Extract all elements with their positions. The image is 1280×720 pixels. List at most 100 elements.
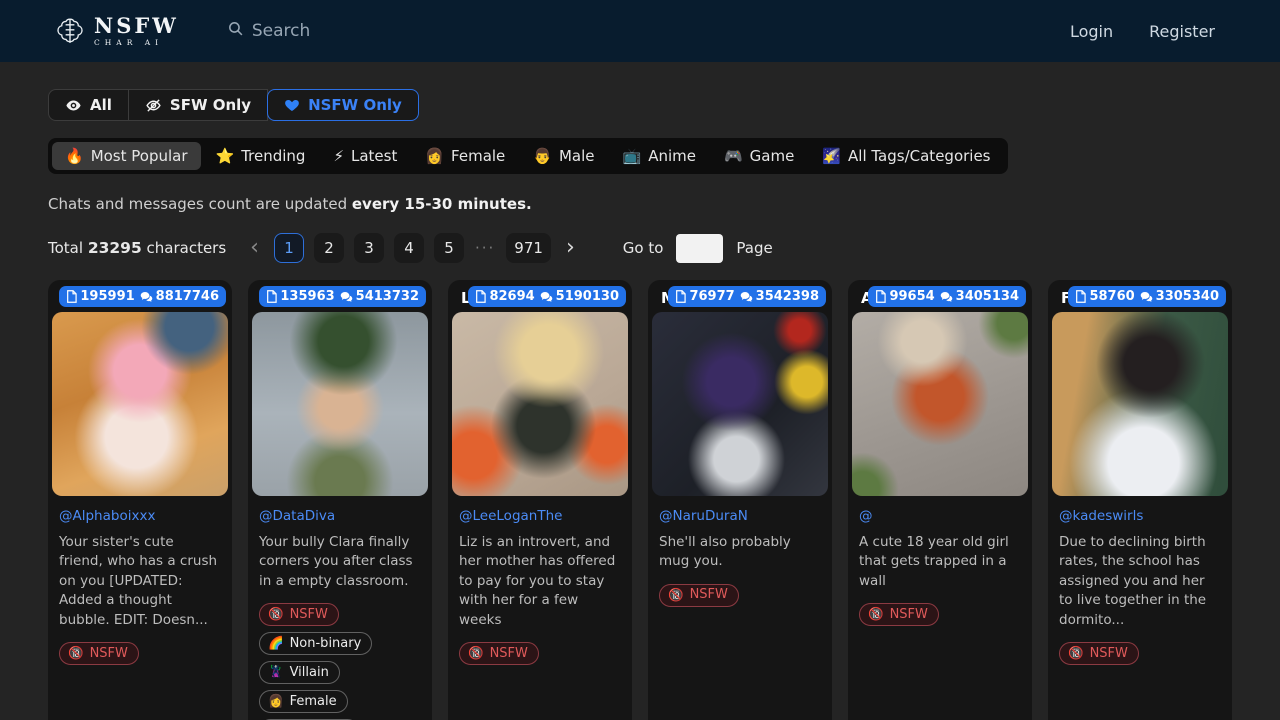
- fire-icon: 🔥: [65, 147, 84, 165]
- tag-female[interactable]: 👩 Female: [259, 690, 348, 713]
- page-icon: [475, 290, 486, 303]
- character-image[interactable]: [1052, 312, 1228, 496]
- tab-label: Anime: [648, 147, 696, 165]
- tab-all-tags[interactable]: 🌠 All Tags/Categories: [809, 142, 1003, 170]
- tab-label: Game: [750, 147, 795, 165]
- tag-villain[interactable]: 🦹 Villain: [259, 661, 340, 684]
- tag-label: NSFW: [90, 646, 128, 661]
- page-icon: [1075, 290, 1086, 303]
- site-logo[interactable]: NSFW CHAR AI: [55, 15, 179, 47]
- tab-most-popular[interactable]: 🔥 Most Popular: [52, 142, 201, 170]
- nsfw-icon: 🔞: [68, 645, 84, 661]
- next-page-arrow[interactable]: ›: [556, 237, 585, 259]
- stats-badge: 195991 8817746: [59, 286, 226, 307]
- filter-nsfw-button[interactable]: NSFW Only: [267, 89, 419, 121]
- character-image[interactable]: [652, 312, 828, 496]
- character-image[interactable]: [52, 312, 228, 496]
- chats-count: 58760: [1089, 289, 1134, 304]
- character-image[interactable]: [852, 312, 1028, 496]
- search-placeholder: Search: [252, 21, 310, 41]
- tab-game[interactable]: 🎮 Game: [711, 142, 807, 170]
- stats-badge: 76977 3542398: [668, 286, 826, 307]
- star-icon: ⭐: [216, 147, 235, 165]
- creator-handle[interactable]: @NaruDuraN: [659, 508, 821, 524]
- man-icon: 👨: [533, 147, 552, 165]
- tag-nsfw[interactable]: 🔞 NSFW: [1059, 642, 1139, 665]
- filter-all-button[interactable]: All: [48, 89, 129, 121]
- chats-count: 76977: [689, 289, 734, 304]
- tag-label: NSFW: [890, 607, 928, 622]
- register-link[interactable]: Register: [1149, 22, 1215, 41]
- page-button-5[interactable]: 5: [434, 233, 464, 263]
- tab-female[interactable]: 👩 Female: [412, 142, 518, 170]
- tag-non-binary[interactable]: 🌈 Non-binary: [259, 632, 372, 655]
- character-description: Your sister's cute friend, who has a cru…: [59, 533, 221, 630]
- prev-page-arrow[interactable]: ‹: [240, 237, 269, 259]
- stats-badge: 82694 5190130: [468, 286, 626, 307]
- messages-count: 5413732: [356, 289, 419, 304]
- page-button-1[interactable]: 1: [274, 233, 304, 263]
- goto-page-input[interactable]: [676, 234, 723, 263]
- page-label: Page: [736, 239, 772, 257]
- page-icon: [66, 290, 77, 303]
- goto-label: Go to: [623, 239, 664, 257]
- creator-handle[interactable]: @DataDiva: [259, 508, 421, 524]
- nsfw-icon: 🔞: [868, 606, 884, 622]
- stats-badge: 99654 3405134: [868, 286, 1026, 307]
- character-card[interactable]: Mako 76977 3542398 @NaruDuraN She'll als…: [648, 280, 832, 720]
- chats-count: 135963: [280, 289, 334, 304]
- character-image[interactable]: [252, 312, 428, 496]
- tab-trending[interactable]: ⭐ Trending: [203, 142, 319, 170]
- page-button-last[interactable]: 971: [506, 233, 551, 263]
- creator-handle[interactable]: @LeeLoganThe: [459, 508, 621, 524]
- character-image[interactable]: [452, 312, 628, 496]
- creator-handle[interactable]: @Alphaboixxx: [59, 508, 221, 524]
- filter-sfw-button[interactable]: SFW Only: [128, 89, 268, 121]
- tag-nsfw[interactable]: 🔞 NSFW: [859, 603, 939, 626]
- total-count-text: Total 23295 characters: [48, 239, 226, 257]
- shooting-star-icon: 🌠: [822, 147, 841, 165]
- heart-icon: [284, 97, 300, 113]
- tag-nsfw[interactable]: 🔞 NSFW: [459, 642, 539, 665]
- tab-male[interactable]: 👨 Male: [520, 142, 607, 170]
- tab-label: Male: [559, 147, 595, 165]
- character-card[interactable]: Fuyuki 58760 3305340 @kadeswirls Due to …: [1048, 280, 1232, 720]
- lightning-icon: ⚡: [333, 147, 344, 165]
- chats-count: 195991: [80, 289, 134, 304]
- tab-anime[interactable]: 📺 Anime: [610, 142, 709, 170]
- stats-badge: 135963 5413732: [259, 286, 426, 307]
- pagination-ellipsis: ···: [475, 239, 495, 257]
- tab-latest[interactable]: ⚡ Latest: [320, 142, 410, 170]
- notice-text: Chats and messages count are updated: [48, 195, 352, 213]
- page-button-2[interactable]: 2: [314, 233, 344, 263]
- chat-bubbles-icon: [740, 291, 753, 303]
- tag-nsfw[interactable]: 🔞 NSFW: [59, 642, 139, 665]
- rainbow-icon: 🌈: [268, 635, 284, 651]
- chat-bubbles-icon: [940, 291, 953, 303]
- creator-handle[interactable]: @: [859, 508, 1021, 524]
- search-input[interactable]: Search: [227, 20, 1070, 42]
- logo-subtitle: CHAR AI: [94, 39, 179, 47]
- character-card[interactable]: Liz 82694 5190130 @LeeLoganThe Liz is an…: [448, 280, 632, 720]
- chat-bubbles-icon: [540, 291, 553, 303]
- nsfw-icon: 🔞: [268, 606, 284, 622]
- page-button-4[interactable]: 4: [394, 233, 424, 263]
- nsfw-icon: 🔞: [1068, 645, 1084, 661]
- update-notice: Chats and messages count are updated eve…: [48, 195, 1232, 213]
- page-icon: [875, 290, 886, 303]
- page-icon: [266, 290, 277, 303]
- tag-label: NSFW: [1090, 646, 1128, 661]
- character-card[interactable]: Aya 99654 3405134 @ A cute 18 year old g…: [848, 280, 1032, 720]
- stats-badge: 58760 3305340: [1068, 286, 1226, 307]
- character-card[interactable]: Your sis 195991 8817746 @Alphaboixxx You…: [48, 280, 232, 720]
- messages-count: 8817746: [156, 289, 219, 304]
- tag-nsfw[interactable]: 🔞 NSFW: [659, 584, 739, 607]
- login-link[interactable]: Login: [1070, 22, 1113, 41]
- nsfw-icon: 🔞: [668, 587, 684, 603]
- tag-nsfw[interactable]: 🔞 NSFW: [259, 603, 339, 626]
- creator-handle[interactable]: @kadeswirls: [1059, 508, 1221, 524]
- character-grid: Your sis 195991 8817746 @Alphaboixxx You…: [0, 280, 1280, 720]
- page-button-3[interactable]: 3: [354, 233, 384, 263]
- eye-icon: [65, 97, 82, 114]
- character-card[interactable]: Clara 135963 5413732 @DataDiva Your bull…: [248, 280, 432, 720]
